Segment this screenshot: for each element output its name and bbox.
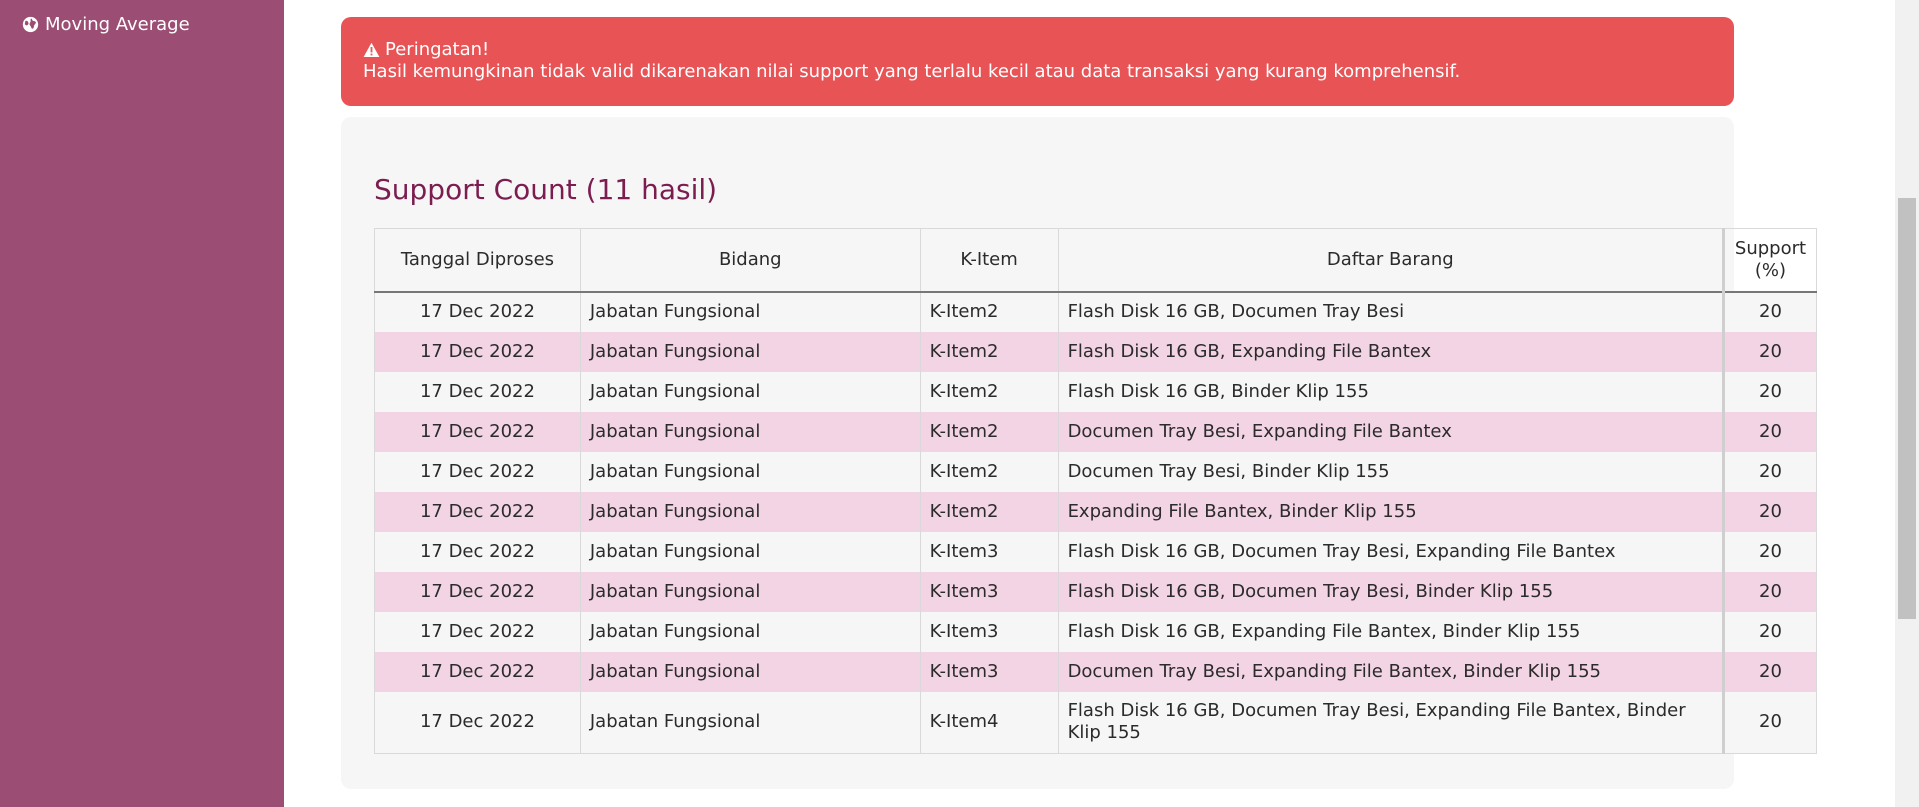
cell-date: 17 Dec 2022 [374,291,581,332]
cell-daftar-barang: Documen Tray Besi, Expanding File Bantex [1057,411,1724,452]
cell-support: 20 [1721,691,1818,754]
cell-date: 17 Dec 2022 [374,411,581,452]
table-row: 17 Dec 2022 Jabatan Fungsional K-Item2 Flas… [374,291,1818,332]
cell-daftar-barang: Flash Disk 16 GB, Expanding File Bantex,… [1057,611,1724,652]
cell-support: 20 [1721,611,1818,652]
table-row: 17 Dec 2022 Jabatan Fungsional K-Item3 Docu… [374,651,1818,692]
warning-icon [363,42,380,58]
alert-title-row: Peringatan! [363,39,1712,61]
cell-bidang: Jabatan Fungsional [579,291,921,332]
cell-k-item: K-Item3 [919,611,1059,652]
support-count-card: Support Count (11 hasil) Tanggal Diprose… [341,117,1818,789]
cell-support: 20 [1721,291,1818,332]
cell-date: 17 Dec 2022 [374,451,581,492]
column-header-support: Support (%) [1721,228,1818,293]
cell-daftar-barang: Flash Disk 16 GB, Expanding File Bantex [1057,331,1724,372]
table-row: 17 Dec 2022 Jabatan Fungsional K-Item2 Flas… [374,371,1818,412]
cell-support: 20 [1721,651,1818,692]
table-row: 17 Dec 2022 Jabatan Fungsional K-Item2 Docu… [374,411,1818,452]
alert-title: Peringatan! [385,39,490,60]
cell-daftar-barang: Flash Disk 16 GB, Documen Tray Besi [1057,291,1724,332]
cell-k-item: K-Item3 [919,651,1059,692]
cell-date: 17 Dec 2022 [374,371,581,412]
cell-daftar-barang: Documen Tray Besi, Binder Klip 155 [1057,451,1724,492]
cell-daftar-barang: Flash Disk 16 GB, Documen Tray Besi, Exp… [1057,531,1724,572]
table-row: 17 Dec 2022 Jabatan Fungsional K-Item2 Expa… [374,491,1818,532]
warning-alert: Peringatan! Hasil kemungkinan tidak vali… [341,17,1734,106]
table-header-row: Tanggal Diproses Bidang K-Item Daftar Ba… [374,228,1818,293]
cell-support: 20 [1721,531,1818,572]
column-header-k-item: K-Item [919,228,1059,293]
scrollbar-thumb[interactable] [1898,198,1916,619]
cell-support: 20 [1721,411,1818,452]
cell-support: 20 [1721,571,1818,612]
cell-k-item: K-Item2 [919,331,1059,372]
table-row: 17 Dec 2022 Jabatan Fungsional K-Item3 Flas… [374,571,1818,612]
column-header-daftar-barang: Daftar Barang [1057,228,1724,293]
table-body: 17 Dec 2022 Jabatan Fungsional K-Item2 Flas… [374,291,1818,754]
cell-date: 17 Dec 2022 [374,571,581,612]
cell-k-item: K-Item2 [919,491,1059,532]
cell-support: 20 [1721,491,1818,532]
cell-bidang: Jabatan Fungsional [579,411,921,452]
table-row: 17 Dec 2022 Jabatan Fungsional K-Item3 Flas… [374,611,1818,652]
cell-date: 17 Dec 2022 [374,651,581,692]
cell-daftar-barang: Flash Disk 16 GB, Documen Tray Besi, Bin… [1057,571,1724,612]
globe-icon [22,16,39,33]
cell-bidang: Jabatan Fungsional [579,571,921,612]
cell-date: 17 Dec 2022 [374,491,581,532]
table-row: 17 Dec 2022 Jabatan Fungsional K-Item4 Flas… [374,691,1818,754]
column-header-bidang: Bidang [579,228,921,293]
cell-daftar-barang: Flash Disk 16 GB, Documen Tray Besi, Exp… [1057,691,1724,754]
sidebar-item-moving-average[interactable]: Moving Average [22,14,190,35]
table-row: 17 Dec 2022 Jabatan Fungsional K-Item3 Flas… [374,531,1818,572]
main-content: Peringatan! Hasil kemungkinan tidak vali… [284,0,1895,807]
table-row: 17 Dec 2022 Jabatan Fungsional K-Item2 Docu… [374,451,1818,492]
sidebar: Moving Average [0,0,284,807]
cell-k-item: K-Item2 [919,291,1059,332]
cell-bidang: Jabatan Fungsional [579,531,921,572]
cell-support: 20 [1721,331,1818,372]
alert-message: Hasil kemungkinan tidak valid dikarenaka… [363,61,1461,82]
page-title: Support Count (11 hasil) [374,173,718,206]
cell-bidang: Jabatan Fungsional [579,331,921,372]
vertical-scrollbar[interactable] [1895,0,1919,807]
cell-daftar-barang: Expanding File Bantex, Binder Klip 155 [1057,491,1724,532]
app: Moving Average Peringatan! Hasil kemungk… [0,0,1919,807]
cell-support: 20 [1721,371,1818,412]
cell-bidang: Jabatan Fungsional [579,491,921,532]
cell-bidang: Jabatan Fungsional [579,651,921,692]
cell-k-item: K-Item2 [919,371,1059,412]
sidebar-item-label: Moving Average [45,14,190,35]
cell-bidang: Jabatan Fungsional [579,611,921,652]
cell-k-item: K-Item4 [919,691,1059,754]
support-count-table: Tanggal Diproses Bidang K-Item Daftar Ba… [374,228,1818,754]
cell-k-item: K-Item3 [919,571,1059,612]
cell-daftar-barang: Flash Disk 16 GB, Binder Klip 155 [1057,371,1724,412]
cell-date: 17 Dec 2022 [374,331,581,372]
cell-k-item: K-Item2 [919,411,1059,452]
cell-bidang: Jabatan Fungsional [579,691,921,754]
cell-k-item: K-Item3 [919,531,1059,572]
cell-daftar-barang: Documen Tray Besi, Expanding File Bantex… [1057,651,1724,692]
cell-support: 20 [1721,451,1818,492]
table-row: 17 Dec 2022 Jabatan Fungsional K-Item2 Flas… [374,331,1818,372]
cell-date: 17 Dec 2022 [374,531,581,572]
cell-bidang: Jabatan Fungsional [579,451,921,492]
cell-date: 17 Dec 2022 [374,691,581,754]
cell-bidang: Jabatan Fungsional [579,371,921,412]
table-header: Tanggal Diproses Bidang K-Item Daftar Ba… [374,228,1818,293]
cell-date: 17 Dec 2022 [374,611,581,652]
cell-k-item: K-Item2 [919,451,1059,492]
column-header-date: Tanggal Diproses [374,228,581,293]
